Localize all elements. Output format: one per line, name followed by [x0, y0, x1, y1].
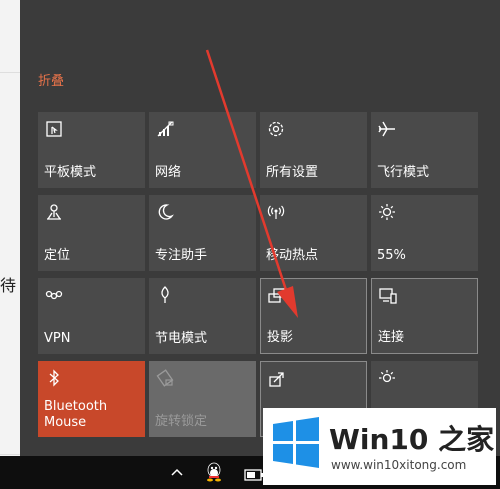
tile-project[interactable]: 投影 [260, 278, 367, 354]
tile-vpn[interactable]: VPN [38, 278, 145, 354]
tile-network[interactable]: 网络 [149, 112, 256, 188]
tile-focus-assist[interactable]: 专注助手 [149, 195, 256, 271]
night-light-icon [379, 370, 395, 383]
vpn-icon [45, 290, 63, 300]
location-icon [47, 204, 61, 220]
network-icon [157, 121, 174, 137]
hotspot-icon [267, 205, 285, 219]
airplane-icon [378, 121, 395, 137]
share-icon [269, 372, 284, 387]
tile-all-settings[interactable]: 所有设置 [260, 112, 367, 188]
connect-icon [379, 288, 397, 304]
watermark: Win10 之家 www.win10xitong.com [263, 408, 496, 485]
tile-brightness[interactable]: 55% [371, 195, 478, 271]
qq-icon[interactable] [204, 460, 224, 484]
brightness-icon [379, 204, 395, 220]
tile-tablet-mode[interactable]: 平板模式 [38, 112, 145, 188]
tile-location[interactable]: 定位 [38, 195, 145, 271]
rotation-lock-icon [156, 369, 174, 387]
project-icon [268, 288, 286, 303]
watermark-title: Win10 之家 [329, 423, 495, 456]
tile-bluetooth[interactable]: Bluetooth Mouse [38, 361, 145, 437]
tile-rotation-lock[interactable]: 旋转锁定 [149, 361, 256, 437]
battery-saver-icon [161, 286, 169, 303]
collapse-link[interactable]: 折叠 [38, 70, 64, 89]
tablet-mode-icon [46, 121, 62, 137]
action-center-panel: 折叠 平板模式 网络 所有设置 飞行模式 定位 专注助手 移动热点 55% VP… [20, 0, 500, 456]
tile-battery-saver[interactable]: 节电模式 [149, 278, 256, 354]
tile-connect[interactable]: 连接 [371, 278, 478, 354]
windows-logo-icon [273, 417, 319, 468]
chevron-up-icon[interactable] [168, 462, 186, 482]
tile-airplane-mode[interactable]: 飞行模式 [371, 112, 478, 188]
tile-mobile-hotspot[interactable]: 移动热点 [260, 195, 367, 271]
settings-gear-icon [268, 121, 284, 137]
moon-icon [158, 204, 174, 220]
battery-icon[interactable] [244, 466, 264, 481]
watermark-url: www.win10xitong.com [331, 458, 467, 472]
bluetooth-icon [49, 369, 59, 387]
